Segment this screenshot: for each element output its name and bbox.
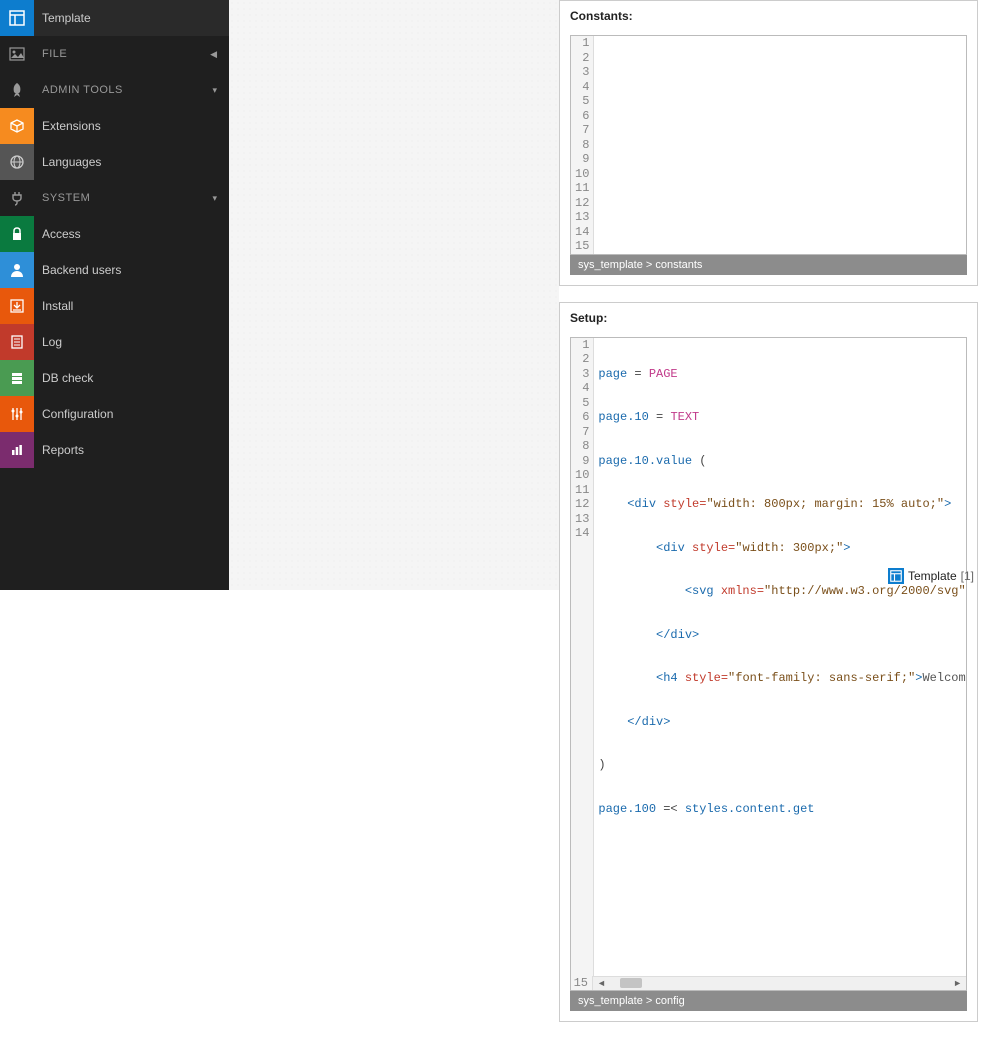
setup-gutter: 1234567891011121314 bbox=[571, 338, 594, 976]
setup-title: Setup: bbox=[560, 303, 977, 331]
setup-horizontal-scrollbar[interactable]: 15 ◄ ► bbox=[571, 976, 966, 990]
sidebar-label-admin-tools: ADMIN TOOLS bbox=[34, 84, 212, 96]
sidebar-item-log[interactable]: Log bbox=[0, 324, 229, 360]
sidebar-item-template[interactable]: Template bbox=[0, 0, 229, 36]
sidebar-item-backend-users[interactable]: Backend users bbox=[0, 252, 229, 288]
sidebar-section-admin-tools[interactable]: ADMIN TOOLS ▾ bbox=[0, 72, 229, 108]
constants-code[interactable] bbox=[594, 36, 966, 254]
install-icon bbox=[0, 288, 34, 324]
sidebar-label-install: Install bbox=[34, 299, 229, 313]
sidebar-label-file: FILE bbox=[34, 48, 210, 60]
lock-icon bbox=[0, 216, 34, 252]
setup-code[interactable]: page = PAGE page.10 = TEXT page.10.value… bbox=[594, 338, 966, 976]
box-icon bbox=[0, 108, 34, 144]
plug-icon bbox=[0, 180, 34, 216]
sidebar-label-reports: Reports bbox=[34, 443, 229, 457]
sidebar-label-backend-users: Backend users bbox=[34, 263, 229, 277]
image-icon bbox=[0, 36, 34, 72]
sidebar-label-configuration: Configuration bbox=[34, 407, 229, 421]
sidebar-label-extensions: Extensions bbox=[34, 119, 229, 133]
constants-panel: Constants: 123456789101112131415 sys_tem… bbox=[559, 0, 978, 286]
sidebar-item-extensions[interactable]: Extensions bbox=[0, 108, 229, 144]
chart-icon bbox=[0, 432, 34, 468]
sidebar-item-access[interactable]: Access bbox=[0, 216, 229, 252]
sidebar-item-languages[interactable]: Languages bbox=[0, 144, 229, 180]
setup-editor[interactable]: 1234567891011121314 page = PAGE page.10 … bbox=[570, 337, 967, 991]
editor-panels: Constants: 123456789101112131415 sys_tem… bbox=[559, 0, 978, 1038]
main-area: Constants: 123456789101112131415 sys_tem… bbox=[229, 0, 988, 590]
constants-editor[interactable]: 123456789101112131415 bbox=[570, 35, 967, 255]
sidebar-label-languages: Languages bbox=[34, 155, 229, 169]
db-icon bbox=[0, 360, 34, 396]
constants-gutter: 123456789101112131415 bbox=[571, 36, 594, 254]
scroll-left-icon[interactable]: ◄ bbox=[593, 978, 610, 988]
chevron-left-icon: ◀ bbox=[210, 49, 217, 60]
sidebar-section-system[interactable]: SYSTEM ▾ bbox=[0, 180, 229, 216]
rocket-icon bbox=[0, 72, 34, 108]
template-icon bbox=[0, 0, 34, 36]
sidebar-label-template: Template bbox=[34, 11, 229, 25]
sidebar-label-db-check: DB check bbox=[34, 371, 229, 385]
setup-footer: sys_template > config bbox=[570, 991, 967, 1011]
sidebar-label-access: Access bbox=[34, 227, 229, 241]
footer-label: Template bbox=[908, 569, 957, 583]
scroll-right-icon[interactable]: ► bbox=[949, 978, 966, 988]
constants-title: Constants: bbox=[560, 1, 977, 29]
chevron-down-icon: ▾ bbox=[212, 193, 217, 204]
template-icon bbox=[888, 568, 904, 584]
sidebar-item-install[interactable]: Install bbox=[0, 288, 229, 324]
footer-id: [1] bbox=[961, 569, 974, 583]
sidebar-label-log: Log bbox=[34, 335, 229, 349]
log-icon bbox=[0, 324, 34, 360]
sidebar-item-reports[interactable]: Reports bbox=[0, 432, 229, 468]
sliders-icon bbox=[0, 396, 34, 432]
page-tree-area bbox=[229, 0, 559, 590]
sidebar: Template FILE ◀ ADMIN TOOLS ▾ Extensions… bbox=[0, 0, 229, 590]
constants-footer: sys_template > constants bbox=[570, 255, 967, 275]
setup-panel: Setup: 1234567891011121314 page = PAGE p… bbox=[559, 302, 978, 1022]
sidebar-section-file[interactable]: FILE ◀ bbox=[0, 36, 229, 72]
sidebar-item-db-check[interactable]: DB check bbox=[0, 360, 229, 396]
page-footer-status[interactable]: Template [1] bbox=[888, 568, 974, 584]
sidebar-label-system: SYSTEM bbox=[34, 192, 212, 204]
scroll-thumb[interactable] bbox=[620, 978, 642, 988]
sidebar-item-configuration[interactable]: Configuration bbox=[0, 396, 229, 432]
globe-icon bbox=[0, 144, 34, 180]
chevron-down-icon: ▾ bbox=[212, 85, 217, 96]
user-icon bbox=[0, 252, 34, 288]
